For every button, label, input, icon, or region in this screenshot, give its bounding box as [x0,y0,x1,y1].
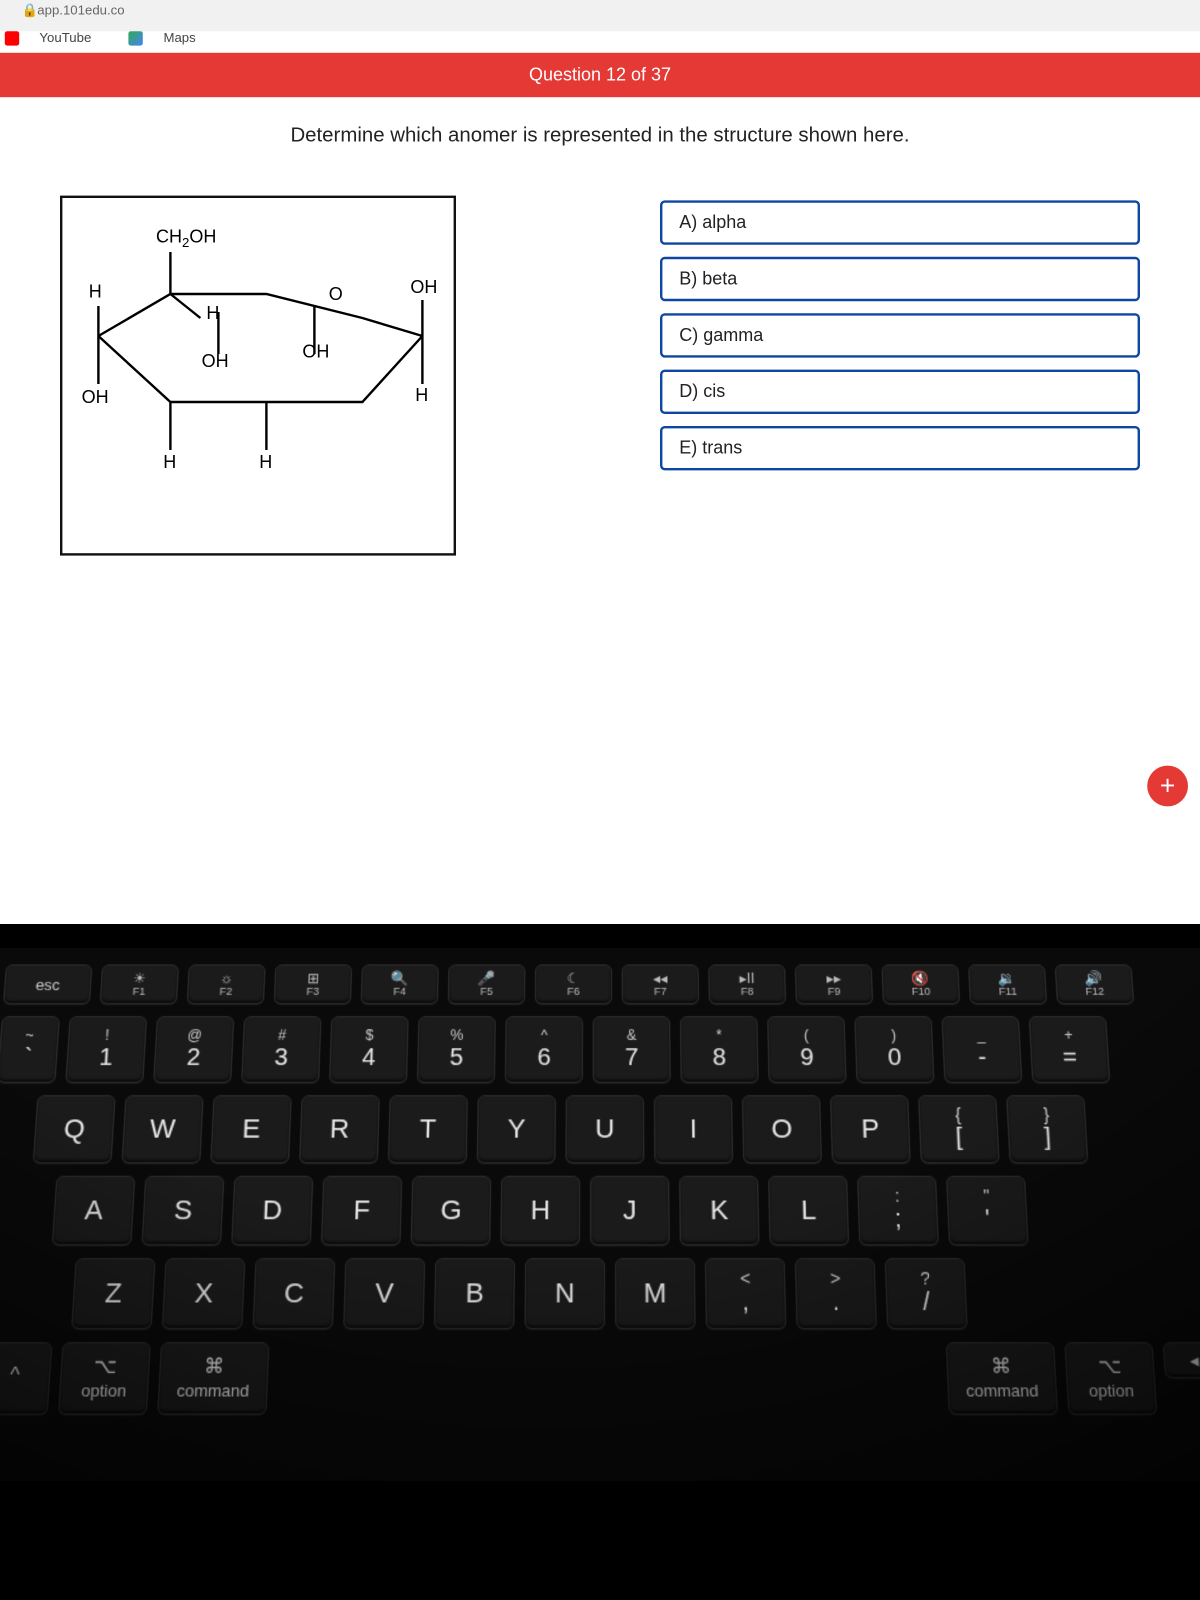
key-f8[interactable]: ▸IIF8 [708,964,786,1004]
key-n[interactable]: N [524,1258,605,1329]
key-punct[interactable]: :; [857,1176,939,1246]
key-x[interactable]: X [162,1258,246,1329]
key-8[interactable]: *8 [680,1016,759,1083]
key-arrow-left[interactable]: ◂ [1163,1342,1200,1378]
key-f[interactable]: F [321,1176,403,1246]
choice-a[interactable]: A) alpha [660,200,1140,244]
answer-choices: A) alpha B) beta C) gamma D) cis E) tran… [660,196,1140,556]
question-header: Question 12 of 37 [0,53,1200,97]
key-0[interactable]: )0 [854,1016,934,1083]
choice-b[interactable]: B) beta [660,257,1140,301]
maps-icon [129,31,143,45]
label-c4-down: H [259,452,272,472]
key-f12[interactable]: 🔊F12 [1055,964,1135,1004]
key-t[interactable]: T [388,1095,468,1163]
key-q[interactable]: Q [33,1095,116,1163]
label-left-up: H [89,282,102,302]
key-a[interactable]: A [52,1176,136,1246]
key-punct[interactable]: <, [705,1258,787,1329]
browser-chrome: 🔒 app.101edu.co [0,0,1200,31]
key-b[interactable]: B [434,1258,515,1329]
key-3[interactable]: #3 [241,1016,322,1083]
key-y[interactable]: Y [477,1095,556,1163]
key-1[interactable]: !1 [65,1016,147,1083]
key-f11[interactable]: 🔉F11 [968,964,1047,1004]
label-ch2oh: CH2OH [156,227,216,251]
key-4[interactable]: $4 [329,1016,409,1083]
label-right-up: OH [410,277,437,297]
key-bracket[interactable]: }] [1006,1095,1088,1163]
key-=[interactable]: += [1029,1016,1111,1083]
label-left-down: OH [82,388,109,408]
key-option-right[interactable]: ⌥option [1064,1342,1157,1415]
key-command-right[interactable]: ⌘command [946,1342,1059,1415]
key-u[interactable]: U [565,1095,644,1163]
key-f6[interactable]: ☾F6 [535,964,612,1004]
label-ring-o: O [329,284,343,304]
laptop-screen: 🔒 app.101edu.co YouTube Maps Question 12… [0,0,1200,924]
key-option-left[interactable]: ⌥option [58,1342,151,1415]
key-o[interactable]: O [742,1095,822,1163]
key-f10[interactable]: 🔇F10 [881,964,960,1004]
lock-icon: 🔒 [22,2,34,19]
add-button[interactable]: + [1147,766,1188,807]
key-control[interactable]: ^ [0,1342,53,1415]
key-r[interactable]: R [299,1095,380,1163]
key-g[interactable]: G [411,1176,492,1246]
key-f7[interactable]: ◂◂F7 [622,964,699,1004]
key-v[interactable]: V [343,1258,425,1329]
key-punct[interactable]: "' [946,1176,1029,1246]
key-f2[interactable]: ☼F2 [187,964,266,1004]
question-prompt: Determine which anomer is represented in… [0,97,1200,195]
key-9[interactable]: (9 [767,1016,847,1083]
key-m[interactable]: M [615,1258,696,1329]
key-s[interactable]: S [141,1176,224,1246]
label-c4-up: OH [302,342,329,362]
label-c2-down: OH [202,352,229,372]
key-h[interactable]: H [500,1176,580,1246]
key-z[interactable]: Z [71,1258,156,1329]
key-f3[interactable]: ⊞F3 [274,964,353,1004]
key-f5[interactable]: 🎤F5 [448,964,526,1004]
key-bracket[interactable]: {[ [918,1095,1000,1163]
key-d[interactable]: D [231,1176,313,1246]
key-command-left[interactable]: ⌘command [157,1342,269,1415]
key-f9[interactable]: ▸▸F9 [795,964,873,1004]
key-f4[interactable]: 🔍F4 [361,964,439,1004]
key-2[interactable]: @2 [153,1016,234,1083]
key-c[interactable]: C [252,1258,335,1329]
key-punct[interactable]: ?/ [885,1258,968,1329]
structure-figure: CH2OH O H OH H OH H OH H OH H [60,196,456,556]
bookmark-maps[interactable]: Maps [129,31,213,45]
key-7[interactable]: &7 [593,1016,671,1083]
key-e[interactable]: E [210,1095,292,1163]
bookmarks-bar: YouTube Maps [0,31,1200,53]
key-i[interactable]: I [654,1095,733,1163]
choice-c[interactable]: C) gamma [660,313,1140,357]
label-c2-up: H [206,304,219,324]
key--[interactable]: _- [941,1016,1022,1083]
key-l[interactable]: L [768,1176,849,1246]
key-5[interactable]: %5 [417,1016,496,1083]
keyboard: esc☀F1☼F2⊞F3🔍F4🎤F5☾F6◂◂F7▸IIF8▸▸F9🔇F10🔉F… [0,948,1200,1481]
key-6[interactable]: ^6 [505,1016,583,1083]
key-p[interactable]: P [830,1095,911,1163]
key-`[interactable]: ~` [0,1016,60,1083]
key-f1[interactable]: ☀F1 [100,964,180,1004]
key-j[interactable]: J [590,1176,670,1246]
youtube-icon [5,31,19,45]
key-esc[interactable]: esc [3,964,93,1004]
key-k[interactable]: K [679,1176,759,1246]
key-w[interactable]: W [121,1095,203,1163]
label-right-down: H [415,385,428,405]
url-text: app.101edu.co [37,4,124,18]
key-punct[interactable]: >. [795,1258,877,1329]
bookmark-youtube[interactable]: YouTube [5,31,112,45]
label-c3-down: H [163,452,176,472]
choice-e[interactable]: E) trans [660,426,1140,470]
choice-d[interactable]: D) cis [660,370,1140,414]
